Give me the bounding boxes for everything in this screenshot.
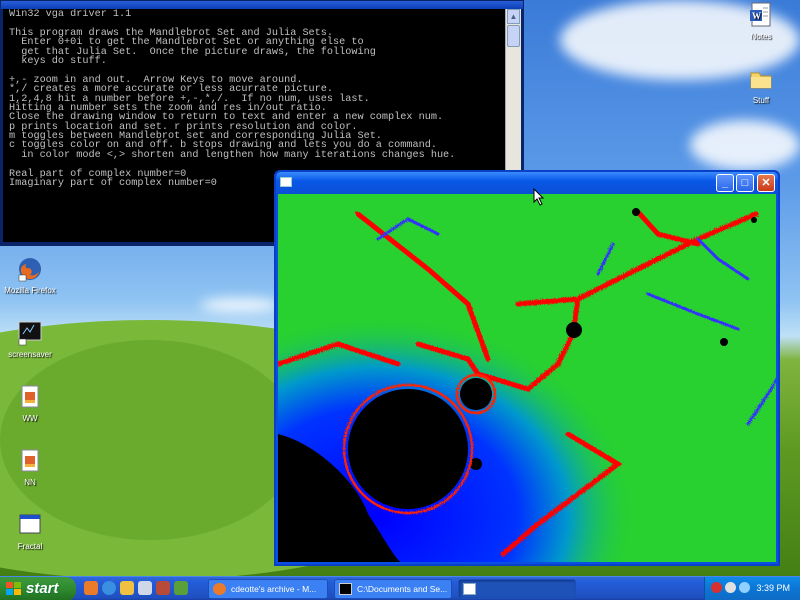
media-player-icon[interactable] bbox=[156, 581, 170, 595]
close-button[interactable]: ✕ bbox=[757, 174, 775, 192]
application-window-icon bbox=[17, 512, 43, 538]
console-line: in color mode <,> shorten and lengthen h… bbox=[9, 149, 456, 161]
network-icon[interactable] bbox=[725, 582, 736, 593]
scrollbar-thumb[interactable] bbox=[507, 25, 520, 47]
monitor-icon bbox=[17, 320, 43, 346]
executable-icon bbox=[17, 448, 43, 474]
fractal-window[interactable]: _ □ ✕ bbox=[274, 170, 780, 566]
desktop-icon-label: WW bbox=[22, 414, 38, 423]
desktop-icon-fractal[interactable]: Fractal bbox=[0, 512, 65, 551]
task-label: cdeotte's archive - M... bbox=[231, 584, 317, 594]
console-titlebar[interactable] bbox=[1, 1, 523, 9]
word-document-icon: W bbox=[748, 2, 774, 28]
windows-logo-icon bbox=[6, 582, 21, 595]
start-label: start bbox=[26, 580, 59, 597]
desktop-icon-firefox[interactable]: Mozilla Firefox bbox=[0, 256, 65, 295]
task-label: C:\Documents and Se... bbox=[357, 584, 448, 594]
desktop-icon-label: Notes bbox=[750, 32, 772, 41]
minimize-button[interactable]: _ bbox=[716, 174, 734, 192]
quicklaunch-app-icon[interactable] bbox=[174, 581, 188, 595]
maximize-button[interactable]: □ bbox=[736, 174, 754, 192]
maximize-icon: □ bbox=[741, 177, 749, 189]
scroll-up-arrow-icon[interactable]: ▲ bbox=[507, 9, 520, 24]
security-alert-icon[interactable] bbox=[711, 582, 722, 593]
internet-explorer-icon[interactable] bbox=[102, 581, 116, 595]
executable-icon bbox=[17, 384, 43, 410]
console-icon bbox=[339, 583, 352, 595]
minimize-icon: _ bbox=[721, 177, 729, 189]
application-window-icon bbox=[463, 583, 476, 595]
desktop-icon-label: Mozilla Firefox bbox=[4, 286, 56, 295]
console-line: Win32 vga driver 1.1 bbox=[9, 9, 132, 20]
desktop-icon-label: Stuff bbox=[752, 96, 770, 105]
start-button[interactable]: start bbox=[0, 577, 76, 600]
mandelbrot-image bbox=[278, 194, 776, 562]
firefox-icon bbox=[213, 583, 226, 595]
desktop-icon-stuff[interactable]: Stuff bbox=[726, 66, 796, 105]
system-tray: 3:39 PM bbox=[704, 577, 800, 600]
email-icon[interactable] bbox=[120, 581, 134, 595]
desktop-icon-notes[interactable]: W Notes bbox=[726, 2, 796, 41]
task-fractal[interactable] bbox=[458, 579, 576, 599]
clock[interactable]: 3:39 PM bbox=[756, 583, 790, 593]
svg-text:W: W bbox=[752, 11, 761, 21]
folder-icon bbox=[748, 66, 774, 92]
desktop-icon-screensaver[interactable]: screensaver bbox=[0, 320, 65, 359]
volume-icon[interactable] bbox=[739, 582, 750, 593]
desktop-icon-label: screensaver bbox=[8, 350, 52, 359]
firefox-icon bbox=[17, 256, 43, 282]
close-icon: ✕ bbox=[761, 177, 771, 189]
task-console[interactable]: C:\Documents and Se... bbox=[334, 579, 452, 599]
mouse-pointer-icon bbox=[533, 187, 545, 211]
show-desktop-icon[interactable] bbox=[138, 581, 152, 595]
fractal-canvas[interactable] bbox=[278, 194, 776, 562]
fractal-titlebar[interactable]: _ □ ✕ bbox=[276, 172, 778, 194]
desktop-icon-label: Fractal bbox=[17, 542, 43, 551]
taskbar: start cdeotte's archive - M... C:\Docume… bbox=[0, 576, 800, 600]
console-line: keys do stuff. bbox=[9, 55, 107, 67]
task-firefox[interactable]: cdeotte's archive - M... bbox=[208, 579, 328, 599]
window-system-icon[interactable] bbox=[280, 177, 292, 187]
desktop-icon-label: NN bbox=[24, 478, 36, 487]
desktop-icon-nn[interactable]: NN bbox=[0, 448, 65, 487]
desktop-icon-ww[interactable]: WW bbox=[0, 384, 65, 423]
firefox-quicklaunch-icon[interactable] bbox=[84, 581, 98, 595]
